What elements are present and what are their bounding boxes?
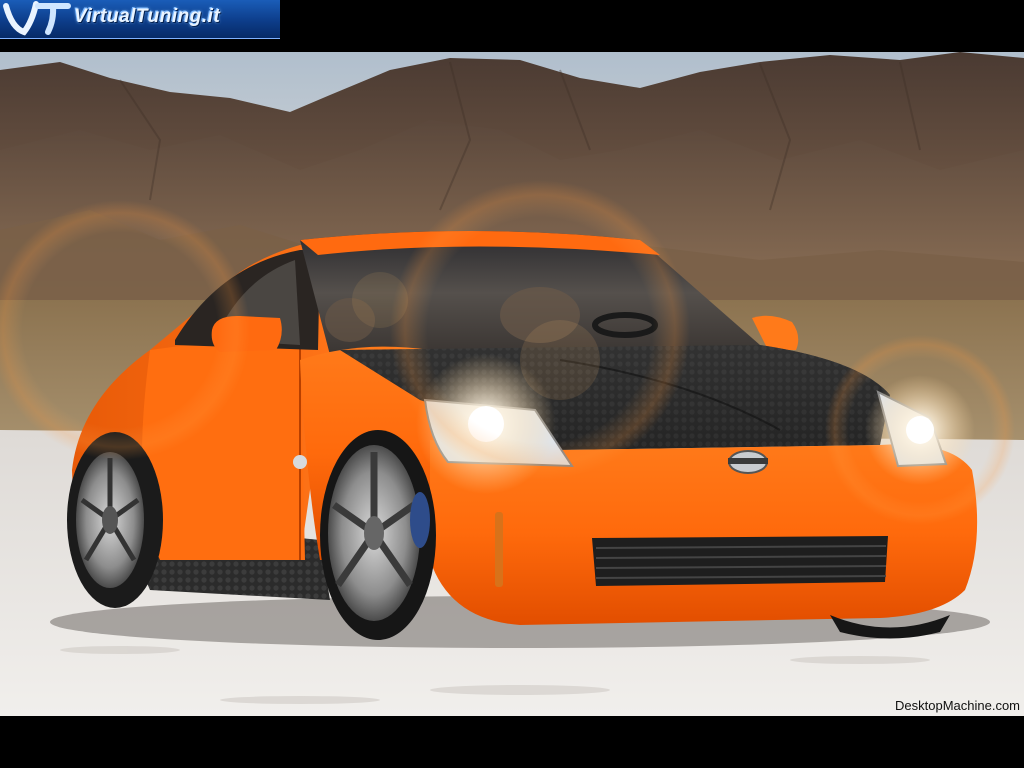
virtualtuning-logo: VirtualTuning.it: [0, 0, 280, 39]
bottom-letterbox-band: [0, 716, 1024, 768]
wallpaper-credit: DesktopMachine.com: [895, 698, 1020, 713]
car-wallpaper-image: [0, 40, 1024, 716]
logo-text: VirtualTuning.it: [74, 6, 221, 27]
vt-logo-mark: [3, 1, 71, 36]
